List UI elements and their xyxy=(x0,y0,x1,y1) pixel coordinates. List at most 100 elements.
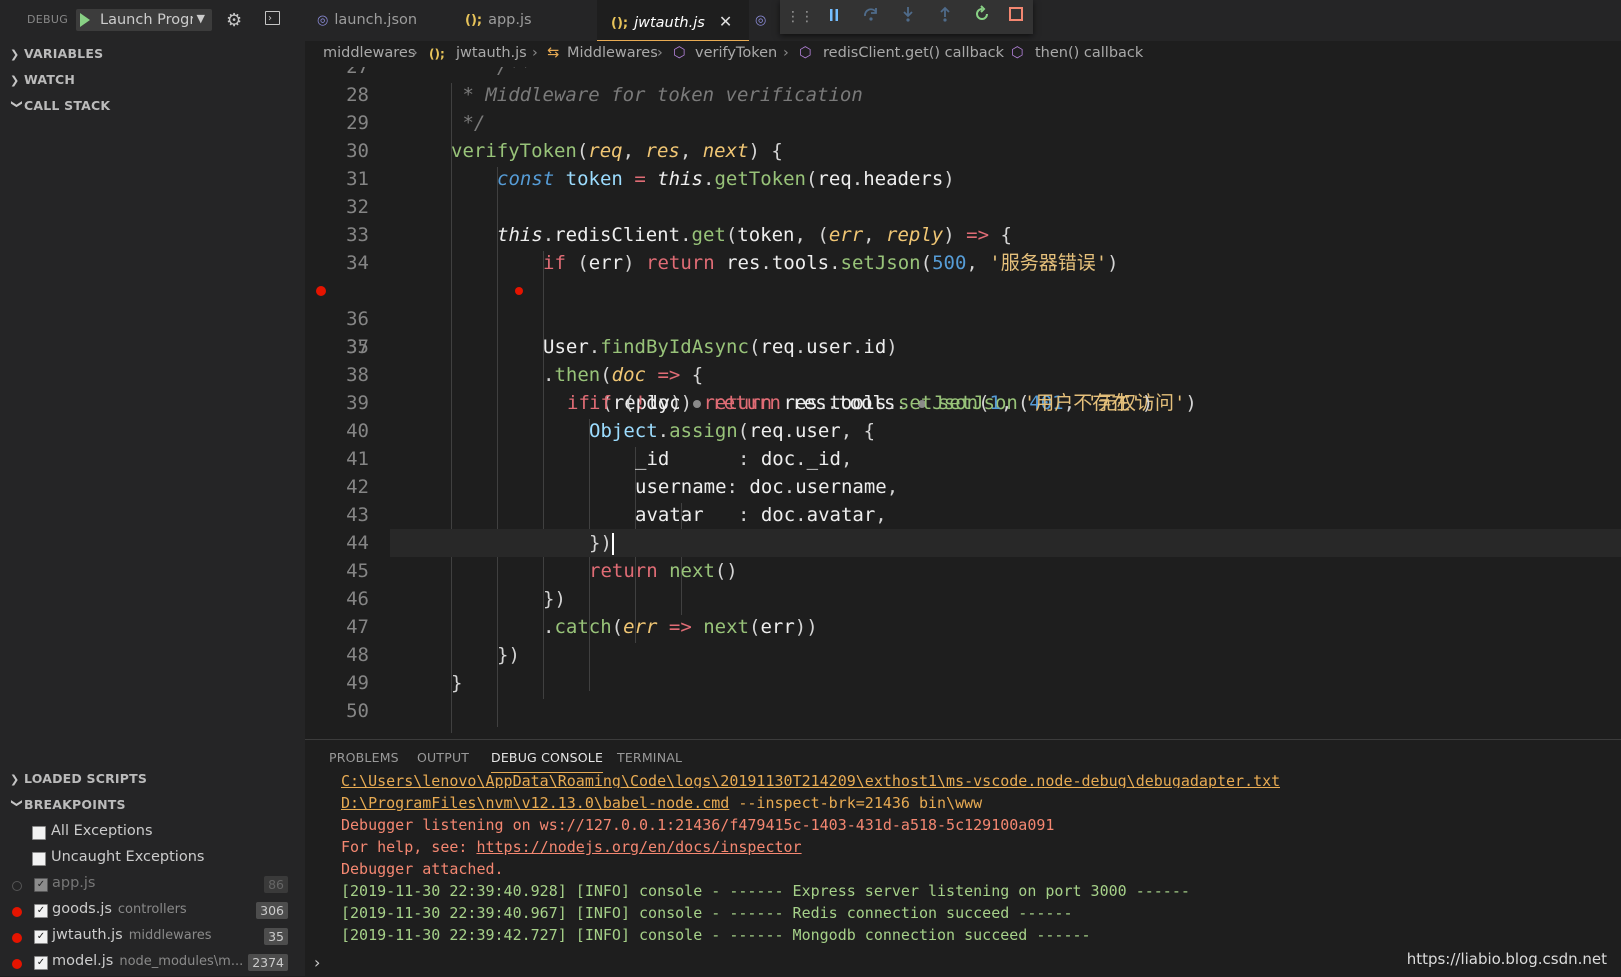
breakpoint-line-badge: 86 xyxy=(264,876,288,893)
console-text: For help, see: xyxy=(341,838,477,856)
console-line: [2019-11-30 22:39:40.967] [INFO] console… xyxy=(341,904,1073,922)
code-text: }) xyxy=(543,588,566,610)
line-number: 29 xyxy=(346,112,369,134)
chevron-right-icon: ❯ xyxy=(10,773,20,786)
debug-console-icon[interactable]: › xyxy=(265,11,280,25)
code-line: 46}) xyxy=(305,585,1621,613)
console-link[interactable]: D:\ProgramFiles\nvm\v12.13.0\babel-node.… xyxy=(341,794,729,812)
code-text: avatar : doc.avatar, xyxy=(635,504,887,526)
tab-jwtauth-js[interactable]: (); jwtauth.js ✕ xyxy=(597,0,749,41)
close-icon[interactable]: ✕ xyxy=(719,12,732,31)
breakpoint-all-exceptions[interactable]: All Exceptions xyxy=(0,821,305,847)
checkbox[interactable] xyxy=(32,826,46,840)
breakpoint-model-js[interactable]: ✓ model.js node_modules\m... 2374 xyxy=(0,951,305,977)
section-call-stack[interactable]: ❯CALL STACK xyxy=(10,98,111,113)
code-line: 45 return next() xyxy=(305,557,1621,585)
code-line: 36 xyxy=(305,305,1621,333)
step-out-icon[interactable] xyxy=(933,5,957,29)
checkbox[interactable]: ✓ xyxy=(34,878,48,892)
code-line: 48}) xyxy=(305,641,1621,669)
checkbox[interactable]: ✓ xyxy=(34,930,48,944)
code-line: 47 .catch(err => next(err)) xyxy=(305,613,1621,641)
breadcrumb-item[interactable]: redisClient.get() callback xyxy=(823,45,1004,61)
inline-breakpoint-icon[interactable] xyxy=(515,287,523,295)
tab-output[interactable]: OUTPUT xyxy=(417,750,469,765)
checkbox[interactable] xyxy=(32,852,46,866)
line-number: 45 xyxy=(346,560,369,582)
tab-app-js[interactable]: (); app.js xyxy=(465,0,595,41)
code-text: * Middleware for token verification xyxy=(451,84,863,106)
section-variables-label: VARIABLES xyxy=(24,46,104,61)
text-cursor xyxy=(611,532,614,555)
line-number: 38 xyxy=(346,364,369,386)
drag-handle-icon[interactable]: ⋮⋮ xyxy=(786,5,814,29)
stop-icon[interactable] xyxy=(1004,5,1028,29)
method-icon: ⬡ xyxy=(673,45,686,61)
step-into-icon[interactable] xyxy=(896,5,920,29)
code-text: Object.assign(req.user, { xyxy=(589,420,876,442)
code-line-breakpoint: 35 if (reply) return res.tools. setJson(… xyxy=(305,277,1621,414)
launch-config-label: Launch Progr xyxy=(100,12,193,28)
breadcrumb-item[interactable]: middlewares xyxy=(323,45,415,61)
breadcrumb-item[interactable]: jwtauth.js xyxy=(456,45,527,61)
launch-config-select[interactable]: Launch Progr ▼ xyxy=(76,9,212,31)
section-variables[interactable]: ❯ VARIABLES xyxy=(10,46,103,61)
breadcrumb-item[interactable]: then() callback xyxy=(1035,45,1143,61)
section-watch[interactable]: ❯ WATCH xyxy=(10,72,75,87)
breakpoint-label: model.js xyxy=(52,953,114,969)
breakpoint-goods-js[interactable]: ✓ goods.js controllers 306 xyxy=(0,899,305,925)
code-editor[interactable]: 27 /** 28 * Middleware for token verifica… xyxy=(305,67,1621,739)
line-number: 50 xyxy=(346,700,369,722)
bottom-panel: PROBLEMS OUTPUT DEBUG CONSOLE TERMINAL C… xyxy=(305,739,1621,977)
breadcrumb-item[interactable]: Middlewares xyxy=(567,45,658,61)
breakpoint-line-badge: 306 xyxy=(256,902,288,919)
breakpoint-jwtauth-js[interactable]: ✓ jwtauth.js middlewares 35 xyxy=(0,925,305,951)
checkbox[interactable]: ✓ xyxy=(34,904,48,918)
breakpoint-uncaught-exceptions[interactable]: Uncaught Exceptions xyxy=(0,847,305,873)
line-number: 28 xyxy=(346,84,369,106)
restart-icon[interactable] xyxy=(970,5,994,29)
line-number: 40 xyxy=(346,420,369,442)
breakpoint-icon[interactable] xyxy=(316,286,326,296)
gear-icon[interactable]: ⚙ xyxy=(226,10,242,31)
tab-terminal[interactable]: TERMINAL xyxy=(617,750,682,765)
method-icon: ⬡ xyxy=(799,45,812,61)
console-input-prompt[interactable]: › xyxy=(314,953,320,972)
gear-file-icon: ◎ xyxy=(317,13,329,28)
breakpoint-app-js[interactable]: ✓ app.js 86 xyxy=(0,873,305,899)
breakpoint-label: app.js xyxy=(52,875,96,891)
debug-toolbar-header: DEBUG Launch Progr ▼ ⚙ › xyxy=(0,0,305,40)
tab-debug-console[interactable]: DEBUG CONSOLE xyxy=(491,750,604,773)
code-text: /** xyxy=(497,67,532,78)
code-text: username: doc.username, xyxy=(635,476,899,498)
step-over-icon[interactable] xyxy=(859,5,883,29)
console-link[interactable]: https://nodejs.org/en/docs/inspector xyxy=(476,838,801,856)
code-line: 31 const token = this.getToken(req.header… xyxy=(305,165,1621,193)
chevron-down-icon: ▼ xyxy=(196,12,205,25)
breakpoint-line-badge: 2374 xyxy=(248,954,288,971)
section-loaded-scripts[interactable]: ❯ LOADED SCRIPTS xyxy=(10,771,147,786)
chevron-down-icon: ❯ xyxy=(10,798,24,808)
code-text: .catch(err => next(err)) xyxy=(543,616,818,638)
code-line: 41 _id : doc._id, xyxy=(305,445,1621,473)
code-line: 40 Object.assign(req.user, { xyxy=(305,417,1621,445)
console-line: [2019-11-30 22:39:42.727] [INFO] console… xyxy=(341,926,1091,944)
section-breakpoints[interactable]: ❯BREAKPOINTS xyxy=(10,797,126,812)
chevron-right-icon: › xyxy=(532,45,538,61)
tab-launch-json[interactable]: ◎ launch.json xyxy=(317,0,452,41)
breadcrumb-item[interactable]: verifyToken xyxy=(695,45,777,61)
console-line-link[interactable]: C:\Users\lenovo\AppData\Roaming\Code\log… xyxy=(341,772,1280,788)
tab-problems[interactable]: PROBLEMS xyxy=(329,750,399,765)
section-call-stack-label: CALL STACK xyxy=(24,98,111,113)
code-text: const token = this.getToken(req.headers) xyxy=(497,168,955,190)
checkbox[interactable]: ✓ xyxy=(34,956,48,970)
code-text: _id : doc._id, xyxy=(635,448,853,470)
code-text: return next() xyxy=(589,560,738,582)
debug-title: DEBUG xyxy=(27,13,69,26)
debug-action-toolbar: ⋮⋮ xyxy=(780,0,1033,34)
pause-icon[interactable] xyxy=(822,5,846,29)
line-number: 49 xyxy=(346,672,369,694)
breakpoint-icon xyxy=(12,959,22,969)
start-debugging-icon[interactable] xyxy=(80,13,90,27)
code-line: 32 xyxy=(305,193,1621,221)
